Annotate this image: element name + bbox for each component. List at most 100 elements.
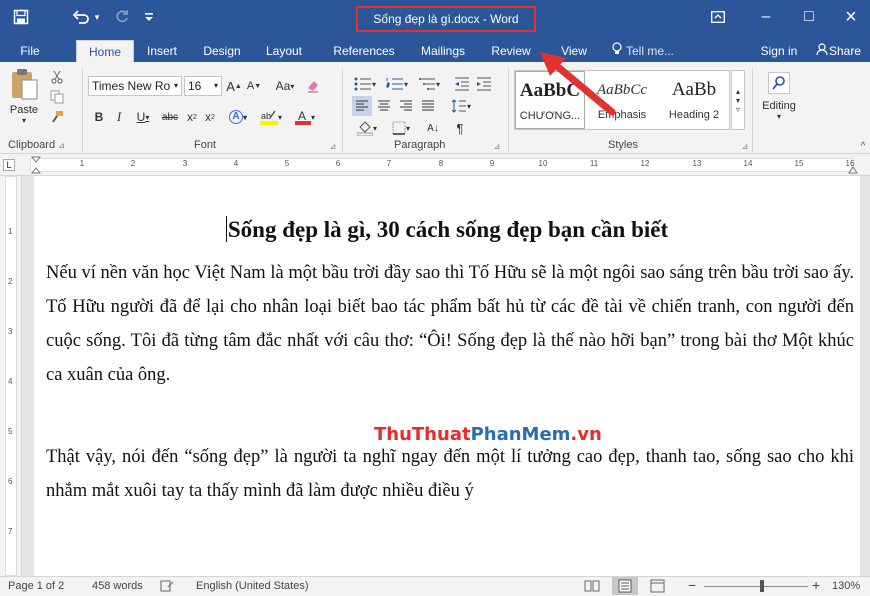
align-right-button[interactable] [396, 96, 416, 116]
proofing-icon[interactable] [160, 580, 174, 595]
styles-dialog-launcher-icon[interactable]: ⊿ [740, 140, 750, 152]
tab-insert[interactable]: Insert [138, 40, 186, 62]
strikethrough-button[interactable]: abc [158, 106, 182, 128]
paragraph-2[interactable]: Thật vậy, nói đến “sống đẹp” là người ta… [46, 440, 854, 508]
zoom-out-button[interactable]: − [688, 577, 696, 593]
shading-button[interactable]: ▾ [352, 118, 382, 138]
close-button[interactable]: × [832, 0, 870, 34]
format-painter-button[interactable] [46, 108, 68, 126]
undo-icon[interactable] [70, 6, 92, 28]
sign-in-link[interactable]: Sign in [756, 40, 802, 62]
borders-button[interactable]: ▾ [386, 118, 416, 138]
borders-icon [392, 121, 406, 135]
undo-dropdown-icon[interactable]: ▾ [92, 6, 102, 28]
bullets-button[interactable]: ▾ [350, 74, 380, 94]
style-chuong[interactable]: AaBbC CHƯƠNG... [515, 71, 585, 129]
styles-scroll[interactable]: ▴ ▾ ▿ [731, 70, 745, 130]
more-styles-icon[interactable]: ▿ [736, 105, 740, 114]
first-line-indent-marker[interactable] [30, 156, 42, 174]
tab-mailings[interactable]: Mailings [414, 40, 472, 62]
chevron-down-icon[interactable]: ▾ [736, 96, 740, 105]
zoom-slider-thumb[interactable] [760, 580, 764, 592]
maximize-icon: □ [804, 8, 814, 25]
bold-button[interactable]: B [90, 106, 108, 128]
underline-button[interactable]: U ▾ [130, 106, 156, 128]
font-dialog-launcher-icon[interactable]: ⊿ [328, 140, 338, 152]
document-page[interactable]: Sống đẹp là gì, 30 cách sống đẹp bạn cần… [34, 176, 860, 576]
text-effects-button[interactable]: A ▾ [224, 106, 252, 128]
highlight-color-button[interactable]: ab ▾ [256, 106, 286, 128]
tab-view[interactable]: View [556, 40, 592, 62]
subscript-button[interactable]: x2 [184, 106, 200, 128]
tab-review[interactable]: Review [484, 40, 538, 62]
ruler-number: 11 [589, 159, 599, 168]
change-case-button[interactable]: Aa ▾ [270, 76, 300, 96]
dialog-launcher-icon[interactable]: ⊿ [58, 141, 65, 150]
collapse-ribbon-icon[interactable]: ^ [858, 140, 868, 152]
cut-button[interactable] [46, 68, 68, 86]
superscript-button[interactable]: x2 [202, 106, 218, 128]
font-color-button[interactable]: A ▾ [290, 106, 320, 128]
maximize-button[interactable]: □ [790, 0, 828, 34]
title-bar: ▾ Sống đẹp là gì.docx - Word – □ × [0, 0, 870, 36]
tab-selector-icon[interactable]: L [3, 159, 15, 171]
print-layout-icon[interactable] [612, 577, 638, 595]
align-left-button[interactable] [352, 96, 372, 116]
share-button[interactable]: Share [810, 40, 866, 62]
language-indicator[interactable]: English (United States) [196, 580, 309, 592]
grow-font-button[interactable]: A ▲ [226, 76, 242, 96]
zoom-in-button[interactable]: + [812, 577, 820, 593]
editing-button[interactable]: Editing ▾ [756, 70, 802, 132]
customize-toolbar-icon[interactable] [142, 6, 156, 28]
ribbon-display-icon[interactable] [708, 6, 728, 28]
shrink-font-button[interactable]: A ▼ [246, 76, 262, 96]
vruler-number: 5 [8, 427, 13, 436]
document-area[interactable]: Sống đẹp là gì, 30 cách sống đẹp bạn cần… [22, 176, 870, 576]
ruler-number: 8 [438, 159, 444, 168]
clear-formatting-button[interactable] [304, 76, 322, 96]
chevron-up-icon[interactable]: ▴ [736, 87, 740, 96]
web-layout-icon[interactable] [650, 579, 666, 596]
line-spacing-button[interactable]: ▾ [446, 96, 476, 116]
vertical-ruler[interactable]: 1 2 3 4 5 6 7 [0, 176, 22, 576]
editing-label: Editing [762, 100, 796, 112]
justify-button[interactable] [418, 96, 438, 116]
align-center-button[interactable] [374, 96, 394, 116]
numbering-button[interactable]: ▾ [382, 74, 412, 94]
page-count[interactable]: Page 1 of 2 [8, 580, 64, 592]
right-indent-marker[interactable] [848, 162, 858, 174]
zoom-level[interactable]: 130% [832, 580, 860, 592]
copy-button[interactable] [46, 88, 68, 106]
tell-me-box[interactable]: Tell me... [612, 40, 688, 62]
ribbon-home: Paste ▾ Clipboard ⊿ Times New Ro ▾ 16 ▾ A ▲… [0, 62, 870, 154]
horizontal-ruler[interactable]: L 1 2 3 4 5 6 7 8 9 10 11 12 13 14 15 16 [0, 154, 870, 176]
scissors-icon [51, 70, 63, 84]
increase-indent-button[interactable] [474, 74, 494, 94]
decrease-indent-button[interactable] [452, 74, 472, 94]
font-size-combo[interactable]: 16 ▾ [184, 76, 222, 96]
word-count[interactable]: 458 words [92, 580, 143, 592]
show-formatting-button[interactable]: ¶ [450, 118, 470, 138]
tab-file[interactable]: File [10, 40, 50, 62]
font-name-combo[interactable]: Times New Ro ▾ [88, 76, 182, 96]
tab-layout[interactable]: Layout [258, 40, 310, 62]
sort-button[interactable]: A↓ [422, 118, 444, 138]
multilevel-list-button[interactable]: ▾ [414, 74, 444, 94]
paste-button[interactable]: Paste ▾ [6, 68, 42, 132]
style-heading-2[interactable]: AaBb Heading 2 [659, 71, 729, 129]
ruler-number: 1 [79, 159, 85, 168]
redo-icon[interactable] [112, 6, 132, 28]
tab-references[interactable]: References [328, 40, 400, 62]
zoom-slider[interactable] [704, 580, 808, 592]
style-emphasis[interactable]: AaBbCc Emphasis [587, 71, 657, 129]
italic-button[interactable]: I [110, 106, 128, 128]
minimize-button[interactable]: – [747, 0, 785, 34]
save-icon[interactable] [10, 6, 32, 28]
paragraph-dialog-launcher-icon[interactable]: ⊿ [492, 140, 502, 152]
read-mode-icon[interactable] [584, 579, 600, 596]
document-title[interactable]: Sống đẹp là gì, 30 cách sống đẹp bạn cần… [34, 216, 860, 243]
style-heading-2-preview: AaBb [671, 79, 717, 100]
tab-design[interactable]: Design [196, 40, 248, 62]
paragraph-1[interactable]: Nếu ví nền văn học Việt Nam là một bầu t… [46, 256, 854, 392]
tab-home[interactable]: Home [76, 40, 134, 62]
